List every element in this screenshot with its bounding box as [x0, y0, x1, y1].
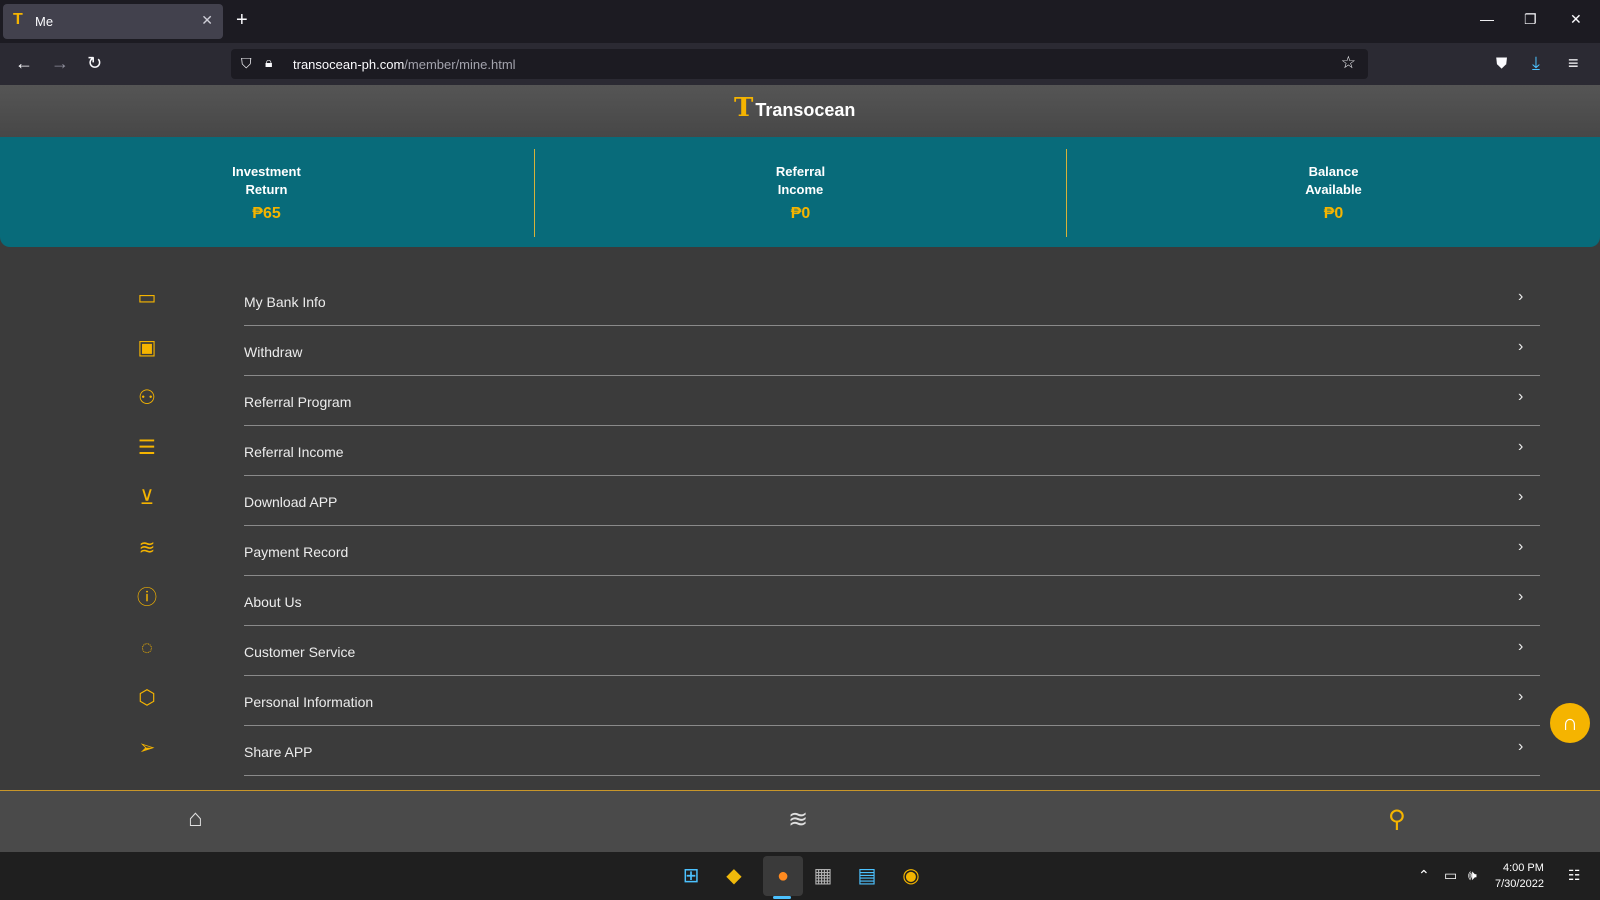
chevron-right-icon: ›	[1518, 338, 1524, 355]
support-headset-icon[interactable]: ∩	[1550, 703, 1590, 743]
menu-item-label: Share APP	[244, 744, 313, 760]
card-icon: ▭	[137, 287, 157, 309]
notifications-icon[interactable]: ☷	[1568, 867, 1581, 884]
brand-logo: T Transocean	[734, 93, 855, 123]
calculator-icon[interactable]: ▦	[811, 864, 835, 888]
menu-divider	[244, 775, 1540, 776]
chevron-right-icon: ›	[1518, 388, 1524, 405]
volume-icon[interactable]: 🕪︎	[1468, 867, 1477, 884]
binance-icon[interactable]: ◆	[722, 864, 746, 888]
user-icon[interactable]: ⚲	[1388, 805, 1406, 834]
notepad-icon[interactable]: ▤	[855, 864, 879, 888]
downloads-icon[interactable]: ⤓	[1532, 53, 1540, 74]
window-close-icon[interactable]: ✕	[1570, 11, 1582, 28]
menu-item-customer-service[interactable]: ◌ Customer Service ›	[0, 625, 1600, 676]
menu-item-label: Personal Information	[244, 694, 374, 710]
menu-item-bank-info[interactable]: ▭ My Bank Info ›	[0, 275, 1600, 326]
brand-name: Transocean	[755, 100, 856, 120]
menu-item-label: Customer Service	[244, 644, 356, 660]
bottom-nav: ⌂ ≋ ⚲	[0, 790, 1600, 852]
menu-item-payment-record[interactable]: ≋ Payment Record ›	[0, 525, 1600, 576]
browser-tab[interactable]: T Me ✕	[3, 4, 223, 39]
inbox-icon: ☰	[138, 437, 156, 459]
menu-item-label: Referral Program	[244, 394, 352, 410]
stat-value: ₱65	[252, 205, 281, 222]
chevron-right-icon: ›	[1518, 638, 1524, 655]
tab-title: Me	[35, 14, 54, 29]
menu-icon[interactable]: ≡	[1568, 53, 1579, 74]
home-icon[interactable]: ⌂	[188, 805, 203, 833]
tab-favicon-icon: T	[13, 11, 23, 28]
menu-item-download-app[interactable]: ⊻ Download APP ›	[0, 475, 1600, 526]
pocket-icon[interactable]: ⛊	[1496, 55, 1507, 72]
stat-label: Referral Income	[775, 164, 826, 197]
menu-item-share-app[interactable]: ➢ Share APP ›	[0, 725, 1600, 776]
lock-icon[interactable]: 🔒︎	[265, 54, 272, 71]
forward-icon[interactable]: →	[51, 53, 69, 74]
clock-date: 7/30/2022	[1495, 878, 1544, 890]
chevron-right-icon: ›	[1518, 538, 1524, 555]
restore-icon[interactable]: ❐	[1524, 11, 1537, 28]
windows-taskbar: ⊞ ◆ ● ▦ ▤ ◉ ⌃ ▭ 🕪︎ 4:00 PM 7/30/2022 ☷	[0, 852, 1600, 900]
url-host: transocean-ph.com	[293, 57, 405, 72]
chevron-right-icon: ›	[1518, 438, 1524, 455]
network-icon[interactable]: ▭	[1444, 867, 1457, 884]
chevron-right-icon: ›	[1518, 488, 1524, 505]
chevron-right-icon: ›	[1518, 588, 1524, 605]
chat-icon: ◌	[141, 637, 153, 659]
new-tab-icon[interactable]: +	[236, 9, 248, 32]
menu-item-personal-information[interactable]: ⬡ Personal Information ›	[0, 675, 1600, 726]
system-clock[interactable]: 4:00 PM 7/30/2022	[1495, 860, 1544, 892]
shield-icon[interactable]: ⛉	[241, 55, 252, 72]
send-icon: ➢	[138, 737, 156, 759]
stats-banner: Investment Return ₱65 Referral Income ₱0…	[0, 137, 1600, 247]
browser-tab-bar: T Me ✕ + — ❐ ✕	[0, 0, 1600, 43]
account-menu: ▭ My Bank Info › ▣ Withdraw › ⚇ Referral…	[0, 275, 1600, 776]
layers-nav-icon[interactable]: ≋	[788, 805, 808, 834]
site-header: T Transocean	[0, 85, 1600, 137]
url-path: /member/mine.html	[404, 57, 516, 72]
menu-item-label: Payment Record	[244, 544, 349, 560]
chevron-right-icon: ›	[1518, 738, 1524, 755]
menu-item-referral-program[interactable]: ⚇ Referral Program ›	[0, 375, 1600, 426]
menu-item-about-us[interactable]: ⓘ About Us ›	[0, 575, 1600, 626]
stat-value: ₱0	[1323, 205, 1344, 222]
layers-icon: ≋	[138, 537, 156, 559]
stat-value: ₱0	[790, 205, 811, 222]
stat-referral-income: Referral Income ₱0	[534, 137, 1067, 247]
chevron-right-icon: ›	[1518, 688, 1524, 705]
bookmark-star-icon[interactable]: ☆	[1341, 53, 1356, 73]
menu-item-referral-income[interactable]: ☰ Referral Income ›	[0, 425, 1600, 476]
address-bar[interactable]: ⛉ 🔒︎ transocean-ph.com/member/mine.html …	[231, 49, 1368, 79]
firefox-icon[interactable]: ●	[771, 864, 795, 888]
chevron-right-icon: ›	[1518, 288, 1524, 305]
info-icon: ⓘ	[137, 587, 157, 609]
brand-mark-icon: T	[734, 93, 754, 123]
stat-label: Balance Available	[1305, 164, 1362, 197]
people-icon: ⚇	[138, 387, 156, 409]
menu-item-label: Withdraw	[244, 344, 303, 360]
menu-item-label: My Bank Info	[244, 294, 326, 310]
minimize-icon[interactable]: —	[1480, 11, 1494, 27]
back-icon[interactable]: ←	[15, 53, 33, 74]
stat-label: Investment Return	[232, 164, 301, 197]
reload-icon[interactable]: ↻	[87, 53, 102, 74]
url-text[interactable]: transocean-ph.com/member/mine.html	[293, 57, 516, 72]
menu-item-label: About Us	[244, 594, 302, 610]
clock-time: 4:00 PM	[1502, 862, 1544, 874]
menu-item-withdraw[interactable]: ▣ Withdraw ›	[0, 325, 1600, 376]
taskbar-active-indicator	[773, 896, 791, 899]
chrome-icon[interactable]: ◉	[899, 864, 923, 888]
menu-item-label: Referral Income	[244, 444, 344, 460]
tray-chevron-up-icon[interactable]: ⌃	[1418, 867, 1430, 884]
browser-nav-bar: ← → ↻ ⛉ 🔒︎ transocean-ph.com/member/mine…	[0, 43, 1600, 85]
menu-item-label: Download APP	[244, 494, 338, 510]
settings-icon: ⬡	[138, 687, 156, 709]
download-icon: ⊻	[139, 487, 155, 509]
windows-start-icon[interactable]: ⊞	[679, 864, 703, 888]
wallet-icon: ▣	[137, 337, 157, 359]
stat-investment-return: Investment Return ₱65	[0, 137, 533, 247]
tab-close-icon[interactable]: ✕	[201, 12, 213, 29]
stat-balance-available: Balance Available ₱0	[1067, 137, 1600, 247]
